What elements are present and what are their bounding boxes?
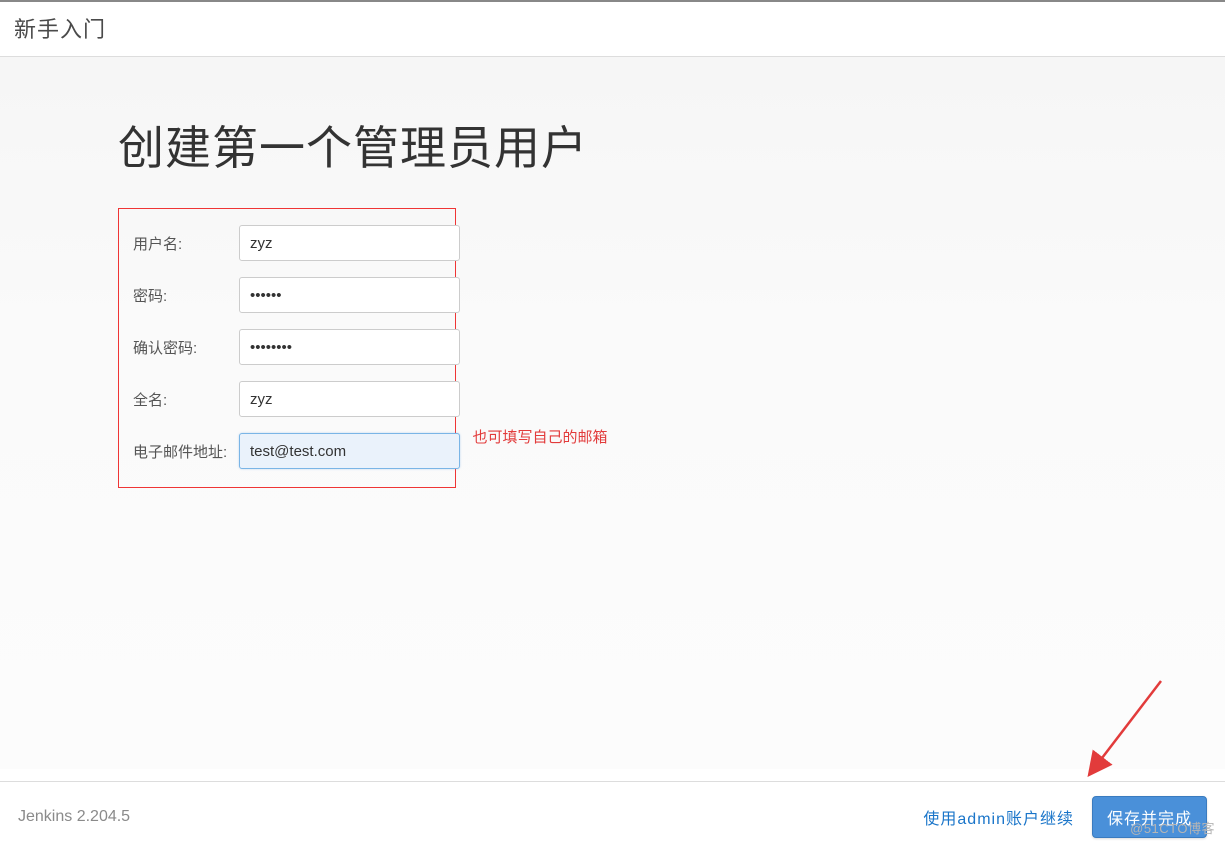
username-row: 用户名: bbox=[119, 225, 455, 261]
username-input[interactable] bbox=[239, 225, 460, 261]
password-label: 密码: bbox=[133, 285, 239, 306]
username-label: 用户名: bbox=[133, 233, 239, 254]
email-label: 电子邮件地址: bbox=[133, 441, 239, 462]
header: 新手入门 bbox=[0, 2, 1225, 57]
confirm-password-row: 确认密码: bbox=[119, 329, 455, 365]
version-label: Jenkins 2.204.5 bbox=[18, 808, 923, 826]
email-row: 电子邮件地址: bbox=[119, 433, 455, 469]
email-annotation: 也可填写自己的邮箱 bbox=[472, 426, 607, 447]
password-input[interactable] bbox=[239, 277, 460, 313]
fullname-row: 全名: bbox=[119, 381, 455, 417]
continue-as-admin-button[interactable]: 使用admin账户继续 bbox=[923, 805, 1074, 829]
watermark-text: @51CTO博客 bbox=[1130, 818, 1215, 837]
email-input[interactable] bbox=[239, 433, 460, 469]
fullname-label: 全名: bbox=[133, 389, 239, 410]
header-title: 新手入门 bbox=[14, 12, 1211, 44]
page-title: 创建第一个管理员用户 bbox=[118, 112, 1225, 178]
main-content: 创建第一个管理员用户 用户名: 密码: 确认密码: 全名: 电子邮件地址: 也可… bbox=[0, 57, 1225, 769]
admin-user-form: 用户名: 密码: 确认密码: 全名: 电子邮件地址: bbox=[118, 208, 456, 488]
confirm-password-label: 确认密码: bbox=[133, 337, 239, 358]
footer: Jenkins 2.204.5 使用admin账户继续 保存并完成 bbox=[0, 781, 1225, 851]
confirm-password-input[interactable] bbox=[239, 329, 460, 365]
password-row: 密码: bbox=[119, 277, 455, 313]
fullname-input[interactable] bbox=[239, 381, 460, 417]
